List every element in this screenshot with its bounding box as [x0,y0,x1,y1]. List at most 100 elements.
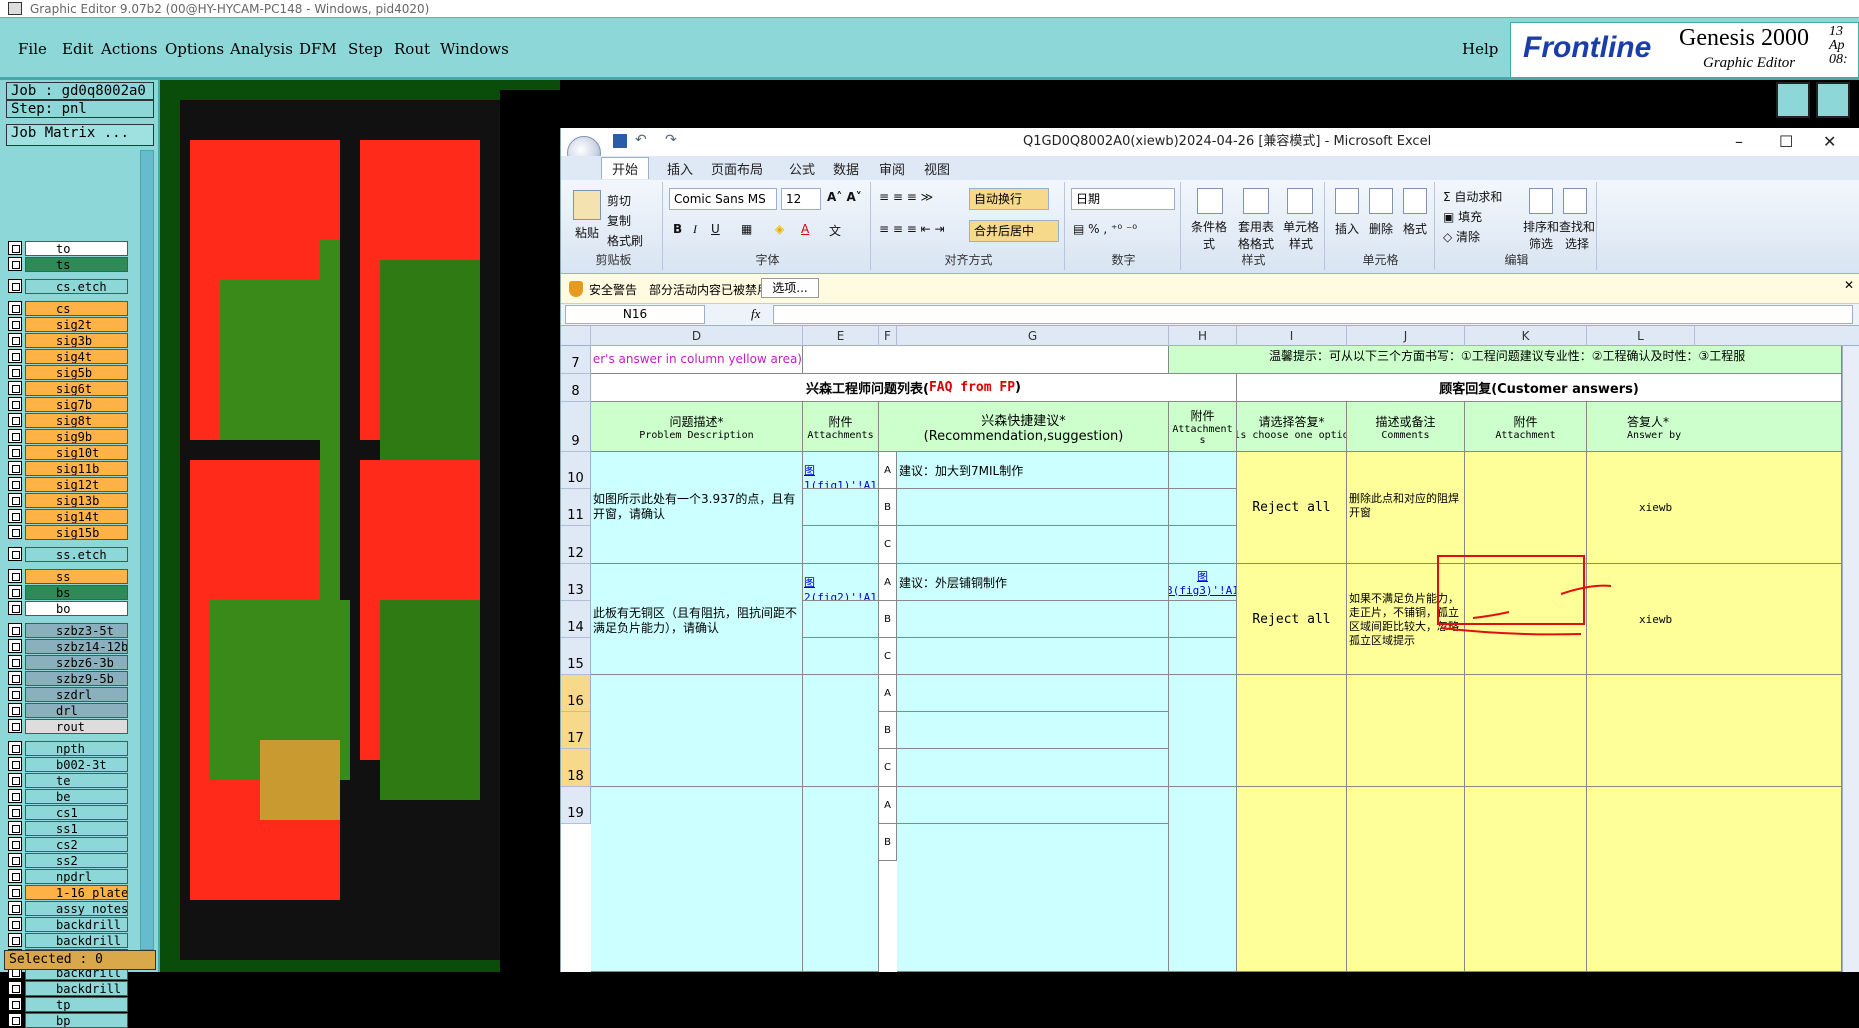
q2-description[interactable]: 此板有无铜区（且有阻抗，阻抗间距不满足负片能力），请确认 [591,564,803,675]
number-format-select[interactable]: 日期 [1071,188,1175,210]
layer-checkbox[interactable] [8,789,22,803]
q2-attachment[interactable]: 图2(fig2)'!A1 [803,564,879,601]
conditional-format-button[interactable]: 条件格式 [1187,218,1231,252]
option-a-10[interactable]: A [879,452,897,489]
cell-style-button[interactable]: 单元格样式 [1281,218,1321,252]
tab-formulas[interactable]: 公式 [789,159,815,178]
row-header-7[interactable]: 7 [561,346,591,374]
cell-k16[interactable] [1465,675,1587,787]
format-cells-icon[interactable] [1403,188,1427,214]
insert-cells-icon[interactable] [1335,188,1359,214]
layer-checkbox[interactable] [8,477,22,491]
layer-row[interactable]: sig4t [8,348,128,364]
layer-row[interactable]: bo [8,600,128,616]
layer-checkbox[interactable] [8,885,22,899]
layer-checkbox[interactable] [8,853,22,867]
q1-recommendation[interactable]: 建议：加大到7MIL制作 [897,452,1169,489]
layer-name[interactable]: cs1 [25,804,128,820]
layer-row[interactable]: npdrl [8,868,128,884]
layer-checkbox[interactable] [8,757,22,771]
layer-checkbox[interactable] [8,493,22,507]
sort-filter-button[interactable]: 排序和筛选 [1523,218,1559,252]
cell-g19[interactable] [897,787,1169,824]
layer-row[interactable]: cs1 [8,804,128,820]
cell-h11[interactable] [1169,489,1237,526]
layer-name[interactable]: sig12t [25,476,128,492]
cell-e14[interactable] [803,601,879,638]
layer-row[interactable]: ss [8,568,128,584]
layer-row[interactable]: backdrill_1 [8,932,128,948]
layer-checkbox[interactable] [8,821,22,835]
layer-name[interactable]: ss1 [25,820,128,836]
clear-button[interactable]: ◇ 清除 [1443,228,1480,245]
col-header-f[interactable]: F [879,326,897,346]
header-answer-by[interactable]: 答复人* Answer by [1587,402,1842,452]
layer-checkbox[interactable] [8,301,22,315]
cell-g17[interactable] [897,712,1169,749]
font-name-select[interactable]: Comic Sans MS [669,188,777,210]
insert-cells-button[interactable]: 插入 [1335,220,1359,237]
cut-button[interactable]: 剪切 [607,192,631,209]
cell-h16[interactable] [1169,675,1237,787]
layer-name[interactable]: sig4t [25,348,128,364]
layer-checkbox[interactable] [8,429,22,443]
layer-row[interactable]: bp [8,1012,128,1028]
paste-button[interactable]: 粘贴 [575,224,599,241]
cell-h10[interactable] [1169,452,1237,489]
font-color-icon[interactable]: A [801,222,809,236]
menu-dfm[interactable]: DFM [299,40,337,58]
cell-l19[interactable] [1587,787,1842,972]
layer-checkbox[interactable] [8,547,22,561]
menu-actions[interactable]: Actions [101,40,157,58]
layer-row[interactable]: sig6t [8,380,128,396]
layer-row[interactable]: bs [8,584,128,600]
q1-attachment-k[interactable] [1465,452,1587,564]
option-c-15[interactable]: C [879,638,897,675]
layer-name[interactable]: be [25,788,128,804]
header-problem-description[interactable]: 问题描述* Problem Description [591,402,803,452]
q1-attachment[interactable]: 图1(fig1)'!A1 [803,452,879,489]
layer-name[interactable]: npth [25,740,128,756]
layer-row[interactable]: tp [8,996,128,1012]
layer-row[interactable]: assy_notes. [8,900,128,916]
merge-center-button[interactable]: 合并后居中 [969,220,1059,242]
tab-insert[interactable]: 插入 [667,159,693,178]
layer-row[interactable]: szdrl [8,686,128,702]
tab-view[interactable]: 视图 [924,159,950,178]
cell-g16[interactable] [897,675,1169,712]
q1-description[interactable]: 如图所示此处有一个3.937的点，且有开窗，请确认 [591,452,803,564]
q2-attachment-h-link[interactable]: 图3(fig3)'!A1 [1169,568,1236,597]
menu-help[interactable]: Help [1462,40,1498,58]
layer-checkbox[interactable] [8,569,22,583]
layer-name[interactable]: npdrl [25,868,128,884]
q1-option[interactable]: Reject all [1237,452,1347,564]
border-icon[interactable]: ▦ [741,222,752,236]
copy-button[interactable]: 复制 [607,212,631,229]
layer-name[interactable]: sig10t [25,444,128,460]
row-header-19[interactable]: 19 [561,787,591,824]
layer-row[interactable]: sig15b [8,524,128,540]
layer-checkbox[interactable] [8,671,22,685]
layer-name[interactable]: te [25,772,128,788]
layer-name[interactable]: szbz6-3b [25,654,128,670]
layer-name[interactable]: bp [25,1012,128,1028]
option-c-18[interactable]: C [879,749,897,787]
q2-attachment-link[interactable]: 图2(fig2)'!A1 [804,576,877,600]
format-cells-button[interactable]: 格式 [1403,220,1427,237]
layer-name[interactable]: tp [25,996,128,1012]
tip-cell[interactable]: 温馨提示：可从以下三个方面书写：①工程问题建议专业性：②工程确认及时性：③工程服 [1169,346,1842,374]
layer-row[interactable]: 1-16_plated [8,884,128,900]
layer-checkbox[interactable] [8,349,22,363]
sort-filter-icon[interactable] [1529,188,1553,214]
layer-checkbox[interactable] [8,585,22,599]
layer-row[interactable]: sig11b [8,460,128,476]
layer-checkbox[interactable] [8,601,22,615]
layer-name[interactable]: bo [25,600,128,616]
layer-row[interactable]: to [8,240,128,256]
row-header-13[interactable]: 13 [561,564,591,601]
layer-checkbox[interactable] [8,333,22,347]
layer-checkbox[interactable] [8,655,22,669]
option-a-16[interactable]: A [879,675,897,712]
layer-row[interactable]: b002-3t [8,756,128,772]
maximize-button[interactable]: ☐ [1779,128,1793,156]
